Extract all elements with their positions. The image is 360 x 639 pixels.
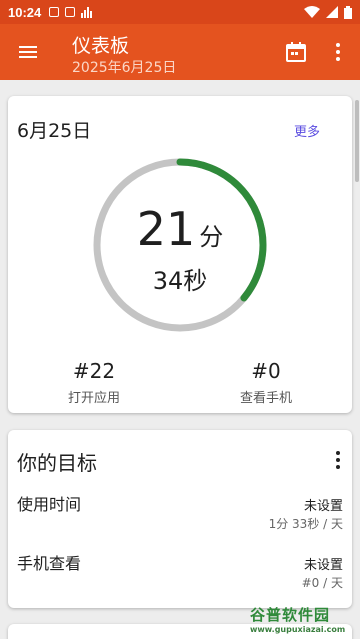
more-vert-icon[interactable] (326, 40, 350, 64)
page-subtitle-date: 2025年6月25日 (72, 60, 177, 76)
today-usage-card[interactable]: 6月25日 更多 21 分 34秒 #22 打开应用 #0 查看手机 (8, 96, 352, 413)
cell-signal-icon (326, 6, 338, 18)
status-bar: 10:24 (0, 0, 360, 24)
wifi-icon (304, 6, 320, 18)
watermark-text: 谷普软件园 (250, 606, 331, 624)
menu-icon[interactable] (16, 40, 40, 64)
goal-limit: 1分 33秒 / 天 (268, 517, 343, 531)
goal-name: 使用时间 (17, 495, 82, 514)
usage-seconds: 34秒 (152, 267, 208, 295)
scrollbar[interactable] (355, 100, 359, 182)
usage-minutes-value: 21 (136, 202, 196, 256)
goals-card: 你的目标 使用时间 未设置 1分 33秒 / 天 手机查看 未设置 #0 / 天 (8, 430, 352, 608)
app-bar: 仪表板 2025年6月25日 (0, 24, 360, 80)
signal-stats-icon (81, 6, 93, 18)
goal-state: 未设置 (303, 558, 343, 573)
status-time: 10:24 (8, 4, 42, 20)
card-date: 6月25日 (17, 120, 92, 142)
more-link[interactable]: 更多 (294, 121, 320, 140)
goal-phone-checks[interactable]: 手机查看 未设置 #0 / 天 (17, 550, 343, 594)
phone-checks-stat[interactable]: #0 查看手机 (206, 359, 326, 406)
battery-icon (344, 5, 352, 19)
goals-title: 你的目标 (17, 451, 97, 475)
calendar-icon[interactable] (284, 40, 308, 64)
page-title: 仪表板 (72, 35, 130, 57)
apps-opened-value: #22 (72, 359, 116, 383)
goal-state: 未设置 (303, 499, 343, 514)
phone-checks-label: 查看手机 (239, 391, 292, 406)
notification-image-icon (65, 7, 76, 17)
notification-a-icon (49, 7, 60, 17)
apps-opened-stat[interactable]: #22 打开应用 (34, 359, 154, 406)
usage-minutes-unit: 分 (199, 223, 224, 251)
watermark-url: www.gupuxiazai.com (250, 625, 346, 634)
usage-minutes: 21 分 (8, 202, 352, 256)
phone-checks-value: #0 (251, 359, 281, 383)
goal-name: 手机查看 (17, 554, 82, 573)
watermark-logo: 谷普软件园 www.gupuxiazai.com (250, 604, 358, 638)
goals-more-vert-icon[interactable] (326, 448, 350, 472)
goal-limit: #0 / 天 (301, 576, 343, 590)
apps-opened-label: 打开应用 (67, 391, 120, 406)
goal-usage-time[interactable]: 使用时间 未设置 1分 33秒 / 天 (17, 491, 343, 535)
